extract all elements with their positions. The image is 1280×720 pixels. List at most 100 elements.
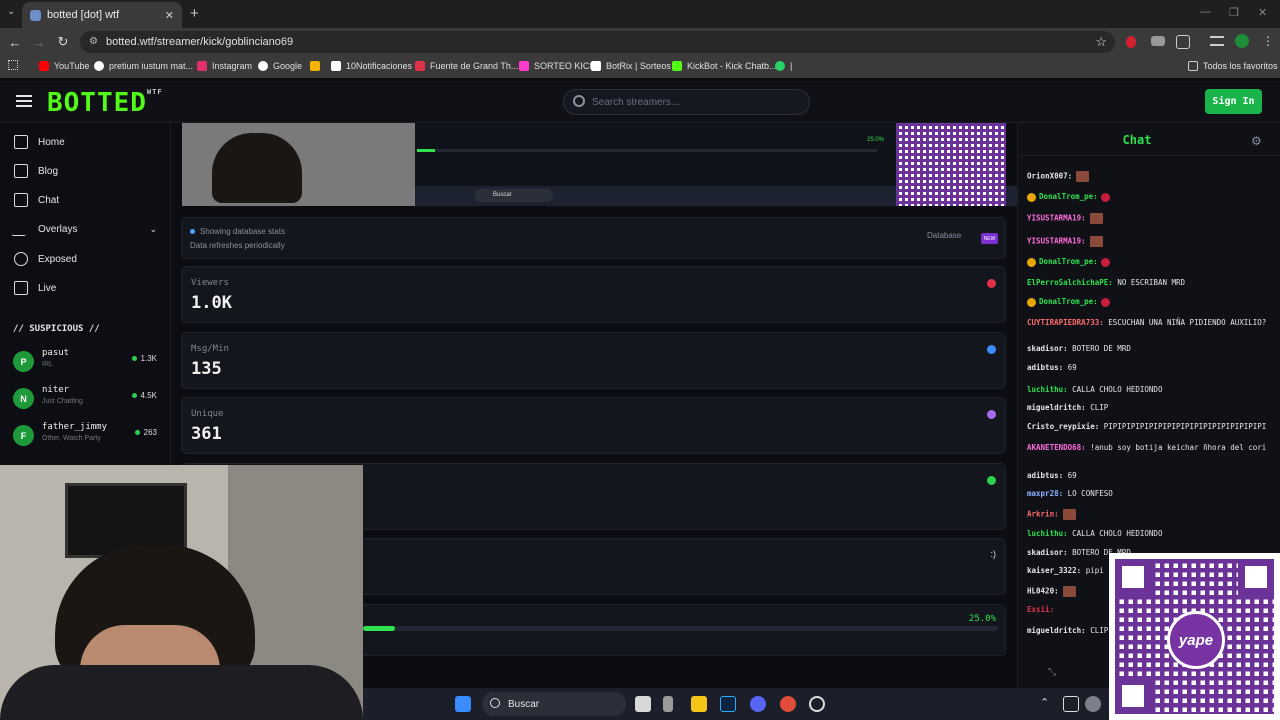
chat-username[interactable]: adibtus: bbox=[1027, 471, 1063, 480]
forward-icon[interactable]: → bbox=[27, 35, 51, 50]
progress-bar bbox=[363, 626, 998, 631]
reload-icon[interactable]: ↻ bbox=[51, 34, 75, 50]
obs-icon[interactable] bbox=[809, 696, 825, 712]
profile-avatar-icon[interactable] bbox=[1235, 34, 1249, 48]
back-icon[interactable]: ← bbox=[3, 35, 27, 50]
tray-icon[interactable] bbox=[1085, 696, 1101, 712]
extensions-puzzle-icon[interactable] bbox=[1176, 35, 1190, 49]
chat-username[interactable]: Cristo_reypixie: bbox=[1027, 422, 1099, 431]
chat-username[interactable]: YISUSTARMA19: bbox=[1027, 237, 1086, 246]
menu-kebab-icon[interactable]: ⋮ bbox=[1262, 34, 1274, 48]
chat-username[interactable]: migueldritch: bbox=[1027, 626, 1086, 635]
taskbar-search[interactable]: Buscar bbox=[482, 692, 626, 716]
chat-title: Chat bbox=[1122, 133, 1152, 147]
chat-username[interactable]: ElPerroSalchichaPE: bbox=[1027, 278, 1113, 287]
sign-in-button[interactable]: Sign In bbox=[1205, 89, 1262, 114]
activity-icon bbox=[11, 222, 31, 236]
bookmark-item[interactable]: YouTube bbox=[39, 61, 89, 71]
sidebar-item-overlays[interactable]: Overlays ⌄ bbox=[11, 222, 157, 236]
windows-start-icon[interactable] bbox=[455, 696, 471, 712]
bookmark-star-icon[interactable]: ☆ bbox=[1095, 34, 1107, 50]
app-icon[interactable] bbox=[663, 696, 673, 712]
chat-username[interactable]: CUYTIRAPIEDRA733: bbox=[1027, 318, 1104, 327]
tray-icon[interactable] bbox=[1063, 696, 1079, 712]
captured-progress-track bbox=[417, 149, 877, 152]
chat-username[interactable]: YISUSTARMA19: bbox=[1027, 214, 1086, 223]
bookmark-item[interactable]: Google bbox=[258, 61, 302, 71]
all-bookmarks-folder[interactable]: Todos los favoritos bbox=[1188, 61, 1278, 71]
sidebar-item-live[interactable]: Live bbox=[14, 281, 56, 295]
qr-finder bbox=[1115, 678, 1151, 714]
bookmark-item[interactable]: BotRix | Sorteos bbox=[591, 61, 671, 71]
sidebar-item-exposed[interactable]: Exposed bbox=[14, 252, 77, 266]
close-tab-icon[interactable]: ✕ bbox=[165, 9, 174, 22]
database-button[interactable]: Database bbox=[927, 231, 961, 240]
tab-title: botted [dot] wtf bbox=[47, 9, 120, 21]
tv-icon bbox=[14, 281, 28, 295]
site-info-icon[interactable]: ⚙ bbox=[89, 36, 98, 47]
maximize-icon[interactable]: ❐ bbox=[1229, 6, 1239, 19]
chat-username[interactable]: kaiser_3322: bbox=[1027, 566, 1081, 575]
chat-text: CALLA CHOLO HEDIONDO bbox=[1072, 529, 1163, 538]
photoshop-icon[interactable] bbox=[720, 696, 736, 712]
bookmark-item[interactable]: pretium iustum mat... bbox=[94, 61, 193, 71]
chat-username[interactable]: luchithu: bbox=[1027, 385, 1068, 394]
chat-username[interactable]: adibtus: bbox=[1027, 363, 1063, 372]
chat-username[interactable]: OrionX007: bbox=[1027, 172, 1072, 181]
chat-username[interactable]: HL0420: bbox=[1027, 587, 1059, 596]
chat-username[interactable]: DonalTrom_pe: bbox=[1039, 297, 1098, 306]
bookmark-item[interactable]: Instagram bbox=[197, 61, 252, 71]
chat-username[interactable]: DonalTrom_pe: bbox=[1039, 257, 1098, 266]
task-view-icon[interactable] bbox=[635, 696, 651, 712]
reaction-icon bbox=[1100, 257, 1110, 267]
tab-search-icon[interactable]: ⌄ bbox=[7, 6, 15, 17]
close-window-icon[interactable]: ✕ bbox=[1258, 6, 1267, 19]
browser-tab[interactable]: botted [dot] wtf ✕ bbox=[22, 2, 182, 28]
windows-taskbar: Buscar ⌃ bbox=[363, 688, 1109, 720]
reaction-icon bbox=[1100, 192, 1110, 202]
search-input[interactable]: Search streamers... bbox=[563, 89, 810, 115]
new-tab-icon[interactable]: + bbox=[190, 5, 199, 22]
chat-username[interactable]: luchithu: bbox=[1027, 529, 1068, 538]
stat-card-msg-min: Msg/Min 135 bbox=[181, 332, 1006, 389]
minimize-icon[interactable]: — bbox=[1200, 6, 1211, 18]
hamburger-menu-icon[interactable] bbox=[16, 95, 32, 107]
stat-card-viewers: Viewers 1.0K bbox=[181, 266, 1006, 323]
stat-value: 361 bbox=[191, 424, 222, 444]
chrome-icon[interactable] bbox=[780, 696, 796, 712]
streamer-item[interactable]: P pasut IRL 1.3K bbox=[13, 348, 163, 378]
apps-grid-icon[interactable] bbox=[8, 60, 18, 70]
chat-username[interactable]: migueldritch: bbox=[1027, 403, 1086, 412]
chat-username[interactable]: DonalTrom_pe: bbox=[1039, 192, 1098, 201]
bookmark-item[interactable]: 10Notificaciones bbox=[331, 61, 412, 71]
extension-icon[interactable] bbox=[1126, 36, 1136, 48]
collapse-arrows-icon[interactable]: ⤡ bbox=[1048, 667, 1056, 678]
site-logo[interactable]: BOTTEDWTF bbox=[47, 88, 163, 118]
sidebar-item-blog[interactable]: Blog bbox=[14, 164, 58, 178]
tray-chevron-icon[interactable]: ⌃ bbox=[1040, 696, 1049, 709]
chat-settings-gear-icon[interactable]: ⚙ bbox=[1251, 134, 1262, 148]
chat-username[interactable]: skadisor: bbox=[1027, 344, 1068, 353]
bookmarks-bar: YouTube pretium iustum mat... Instagram … bbox=[0, 56, 1280, 78]
chat-text: BOTERO DE MRD bbox=[1072, 344, 1131, 353]
discord-icon[interactable] bbox=[750, 696, 766, 712]
bookmark-item[interactable]: Fuente de Grand Th... bbox=[415, 61, 518, 71]
chat-username[interactable]: AKANETENDO68: bbox=[1027, 443, 1086, 452]
stat-card-unique: Unique 361 bbox=[181, 397, 1006, 454]
chat-username[interactable]: skadisor: bbox=[1027, 548, 1068, 557]
bookmark-item[interactable] bbox=[310, 61, 325, 71]
sidebar-item-home[interactable]: Home bbox=[14, 135, 65, 149]
chat-username[interactable]: Arkrin: bbox=[1027, 510, 1059, 519]
chat-username[interactable]: Exsii: bbox=[1027, 605, 1054, 614]
bookmark-item[interactable]: KickBot - Kick Chatb... bbox=[672, 61, 777, 71]
streamer-item[interactable]: N niter Just Chatting 4.5K bbox=[13, 385, 163, 415]
streamer-item[interactable]: F father_jimmy Other, Watch Party 263 bbox=[13, 422, 163, 452]
extension-icon[interactable] bbox=[1151, 36, 1165, 46]
url-field[interactable]: ⚙ botted.wtf/streamer/kick/goblinciano69… bbox=[80, 31, 1115, 53]
bookmark-item[interactable]: | bbox=[775, 61, 792, 71]
bookmark-item[interactable]: SORTEO KICK bbox=[519, 61, 595, 71]
chat-username[interactable]: maxpr28: bbox=[1027, 489, 1063, 498]
sidebar-item-chat[interactable]: Chat bbox=[14, 193, 59, 207]
file-explorer-icon[interactable] bbox=[691, 696, 707, 712]
media-icon[interactable] bbox=[1210, 36, 1224, 46]
